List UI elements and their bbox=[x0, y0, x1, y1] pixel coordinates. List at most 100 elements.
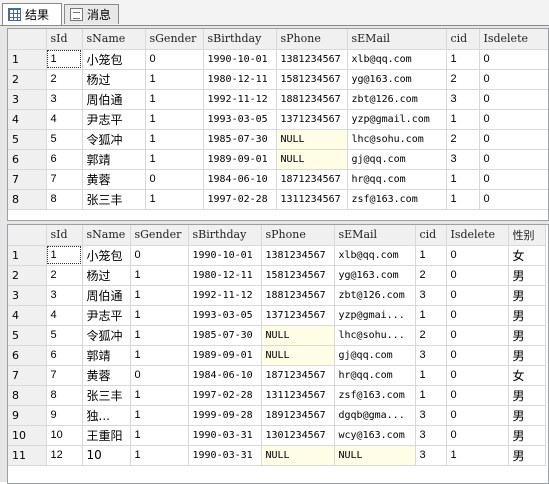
table-cell[interactable]: 黄蓉 bbox=[82, 169, 146, 190]
table-cell[interactable]: 1 bbox=[145, 129, 204, 150]
table-cell[interactable]: 周伯通 bbox=[82, 285, 131, 306]
table-cell[interactable]: 0 bbox=[446, 325, 509, 346]
table-cell[interactable]: zbt@126.com bbox=[334, 285, 416, 306]
table-cell[interactable]: 3 bbox=[415, 445, 447, 466]
table-cell[interactable]: 1 bbox=[130, 265, 189, 286]
table-cell[interactable]: 1999-09-28 bbox=[188, 405, 262, 426]
row-number[interactable]: 5 bbox=[8, 129, 47, 150]
table-cell[interactable]: 7 bbox=[46, 365, 83, 386]
table-row[interactable]: 3 3 周伯通 1 1992-11-12 1881234567 zbt@126.com 3 0 男 bbox=[8, 285, 546, 306]
table-cell[interactable]: wcy@163.com bbox=[334, 425, 416, 446]
table-cell[interactable]: 1581234567 bbox=[276, 69, 348, 90]
table-cell[interactable]: 1301234567 bbox=[261, 425, 335, 446]
table-cell[interactable]: 1990-03-31 bbox=[188, 445, 262, 466]
table-row[interactable]: 5 5 令狐冲 1 1985-07-30 NULL lhc@sohu... 2 0 男 bbox=[8, 325, 546, 346]
table-cell[interactable]: 0 bbox=[145, 169, 204, 190]
column-header[interactable]: sId bbox=[46, 29, 83, 50]
table-cell[interactable]: NULL bbox=[276, 129, 348, 150]
table-cell[interactable]: 小笼包 bbox=[82, 245, 131, 266]
row-number[interactable]: 3 bbox=[8, 89, 47, 110]
table-cell[interactable]: dgqb@gma... bbox=[334, 405, 416, 426]
table-cell[interactable]: 1 bbox=[130, 445, 189, 466]
table-cell[interactable]: 0 bbox=[446, 305, 509, 326]
table-cell[interactable]: 1871234567 bbox=[276, 169, 348, 190]
table-cell[interactable]: 张三丰 bbox=[82, 385, 131, 406]
table-cell[interactable]: yzp@gmai... bbox=[334, 305, 416, 326]
table-cell[interactable]: 1984-06-10 bbox=[188, 365, 262, 386]
table-cell[interactable]: 1 bbox=[446, 49, 480, 70]
table-cell[interactable]: hr@qq.com bbox=[347, 169, 447, 190]
results-grid-1[interactable]: sId sName sGender sBirthday sPhone sEMail cid I… bbox=[7, 28, 549, 221]
table-row[interactable]: 8 8 张三丰 1 1997-02-28 1311234567 zsf@163.com 1 0 男 bbox=[8, 385, 546, 406]
table-cell[interactable]: 3 bbox=[415, 425, 447, 446]
table-cell[interactable]: 1993-03-05 bbox=[188, 305, 262, 326]
table-cell[interactable]: 2 bbox=[46, 265, 83, 286]
table-row[interactable]: 2 2 杨过 1 1980-12-11 1581234567 yg@163.com 2 0 男 bbox=[8, 265, 546, 286]
table-cell[interactable]: 王重阳 bbox=[82, 425, 131, 446]
table-cell[interactable]: 1997-02-28 bbox=[203, 189, 277, 210]
table-cell[interactable]: 8 bbox=[46, 189, 83, 210]
column-header[interactable]: sGender bbox=[145, 29, 204, 50]
row-number[interactable]: 7 bbox=[8, 169, 47, 190]
table-cell[interactable]: NULL bbox=[334, 445, 416, 466]
table-row[interactable]: 5 5 令狐冲 1 1985-07-30 NULL lhc@sohu.com 2 0 bbox=[8, 129, 548, 150]
table-cell[interactable]: 2 bbox=[446, 129, 480, 150]
table-cell[interactable]: 独... bbox=[82, 405, 131, 426]
table-cell[interactable]: 3 bbox=[46, 89, 83, 110]
table-cell[interactable]: 男 bbox=[508, 425, 546, 446]
row-number[interactable]: 11 bbox=[8, 445, 47, 466]
table-row[interactable]: 10 10 王重阳 1 1990-03-31 1301234567 wcy@163.com 3… bbox=[8, 425, 546, 446]
row-number[interactable]: 2 bbox=[8, 69, 47, 90]
table-cell[interactable]: 1381234567 bbox=[261, 245, 335, 266]
table-row[interactable]: 7 7 黄蓉 0 1984-06-10 1871234567 hr@qq.com 1 0 女 bbox=[8, 365, 546, 386]
tab-results[interactable]: 结果 bbox=[2, 3, 62, 25]
table-cell[interactable]: lhc@sohu.com bbox=[347, 129, 447, 150]
column-header[interactable]: sBirthday bbox=[203, 29, 277, 50]
corner-cell[interactable] bbox=[8, 29, 47, 50]
table-cell[interactable]: 1 bbox=[145, 109, 204, 130]
table-cell[interactable]: 1 bbox=[130, 285, 189, 306]
table-cell[interactable]: 0 bbox=[479, 89, 548, 110]
table-cell[interactable]: 0 bbox=[446, 425, 509, 446]
table-cell[interactable]: yg@163.com bbox=[347, 69, 447, 90]
table-row[interactable]: 8 8 张三丰 1 1997-02-28 1311234567 zsf@163.com 1 0 bbox=[8, 189, 548, 210]
row-number[interactable]: 3 bbox=[8, 285, 47, 306]
table-cell[interactable]: 1 bbox=[130, 305, 189, 326]
table-cell[interactable]: 1985-07-30 bbox=[203, 129, 277, 150]
table-cell[interactable]: 3 bbox=[415, 345, 447, 366]
table-cell[interactable]: 黄蓉 bbox=[82, 365, 131, 386]
row-number[interactable]: 2 bbox=[8, 265, 47, 286]
table-cell[interactable]: 1 bbox=[415, 305, 447, 326]
table-cell[interactable]: 郭靖 bbox=[82, 149, 146, 170]
table-cell[interactable]: 9 bbox=[46, 405, 83, 426]
table-cell[interactable]: 1 bbox=[145, 149, 204, 170]
row-number[interactable]: 10 bbox=[8, 425, 47, 446]
table-cell[interactable]: 1 bbox=[446, 445, 509, 466]
table-cell[interactable]: 尹志平 bbox=[82, 109, 146, 130]
table-cell[interactable]: 1992-11-12 bbox=[188, 285, 262, 306]
table-cell[interactable]: 0 bbox=[446, 385, 509, 406]
table-cell[interactable]: 0 bbox=[446, 405, 509, 426]
table-cell[interactable]: 令狐冲 bbox=[82, 129, 146, 150]
row-number[interactable]: 5 bbox=[8, 325, 47, 346]
table-cell[interactable]: 0 bbox=[446, 365, 509, 386]
row-number[interactable]: 8 bbox=[8, 189, 47, 210]
table-cell[interactable]: 0 bbox=[446, 245, 509, 266]
table-cell[interactable]: gj@qq.com bbox=[347, 149, 447, 170]
table-cell[interactable]: 3 bbox=[415, 405, 447, 426]
table-cell[interactable]: yzp@gmail.com bbox=[347, 109, 447, 130]
table-cell[interactable]: 2 bbox=[415, 325, 447, 346]
column-header[interactable]: cid bbox=[446, 29, 480, 50]
table-cell[interactable]: 周伯通 bbox=[82, 89, 146, 110]
table-cell[interactable]: 3 bbox=[415, 285, 447, 306]
table-cell[interactable]: 1 bbox=[145, 69, 204, 90]
row-number[interactable]: 7 bbox=[8, 365, 47, 386]
table-row[interactable]: 4 4 尹志平 1 1993-03-05 1371234567 yzp@gmai... 1 0 男 bbox=[8, 305, 546, 326]
corner-cell[interactable] bbox=[8, 225, 47, 246]
table-row[interactable]: 3 3 周伯通 1 1992-11-12 1881234567 zbt@126.com 3 0 bbox=[8, 89, 548, 110]
table-cell[interactable]: 男 bbox=[508, 285, 546, 306]
table-cell[interactable]: 6 bbox=[46, 345, 83, 366]
table-cell[interactable]: 0 bbox=[479, 69, 548, 90]
row-number[interactable]: 4 bbox=[8, 305, 47, 326]
table-cell[interactable]: 3 bbox=[46, 285, 83, 306]
